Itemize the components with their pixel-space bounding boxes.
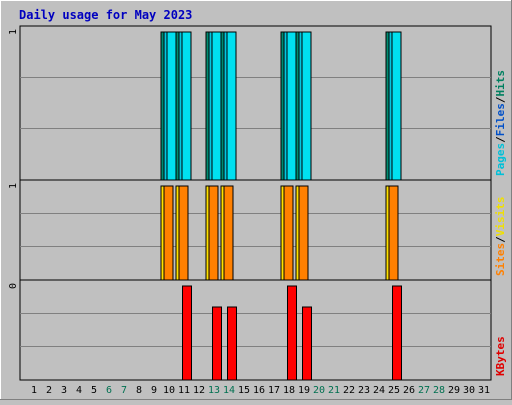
bar-pages-day-11 — [181, 31, 192, 181]
x-tick-day-28: 28 — [433, 385, 445, 396]
x-tick-day-21: 21 — [328, 385, 340, 396]
x-tick-day-9: 9 — [151, 385, 157, 396]
bar-sites-day-18 — [283, 185, 294, 281]
bar-kbytes-day-13 — [212, 306, 222, 381]
x-tick-day-25: 25 — [388, 385, 400, 396]
bar-kbytes-day-19 — [302, 306, 312, 381]
daily-usage-chart-svg: Daily usage for May 2023 1 Pages/Files/Hi… — [0, 0, 512, 400]
y-max-label: 1 — [8, 183, 19, 189]
x-tick-day-19: 19 — [298, 385, 310, 396]
x-tick-day-3: 3 — [61, 385, 67, 396]
x-tick-day-17: 17 — [268, 385, 280, 396]
bar-pages-day-13 — [211, 31, 222, 181]
x-tick-day-29: 29 — [448, 385, 460, 396]
bar-kbytes-day-25 — [392, 285, 402, 381]
x-tick-day-26: 26 — [403, 385, 415, 396]
legend-text-pages: Pages — [494, 143, 507, 176]
x-tick-day-1: 1 — [31, 385, 37, 396]
legend-text-kbytes: KBytes — [494, 336, 507, 376]
legend-text-sites: Sites — [494, 243, 507, 276]
bar-sites-day-14 — [223, 185, 234, 281]
x-tick-day-2: 2 — [46, 385, 52, 396]
bar-sites-day-11 — [178, 185, 189, 281]
y-max-label: 1 — [8, 29, 19, 35]
bar-pages-day-10 — [166, 31, 177, 181]
bar-kbytes-day-14 — [227, 306, 237, 381]
chart-panels: 1 Pages/Files/Hits 1 Sites/Visits 0 KBytes — [8, 25, 507, 381]
bar-pages-day-18 — [286, 31, 297, 181]
bar-pages-day-14 — [226, 31, 237, 181]
x-tick-day-11: 11 — [178, 385, 190, 396]
y-max-label: 0 — [8, 283, 19, 289]
x-tick-day-16: 16 — [253, 385, 265, 396]
legend-text-hits: Hits — [494, 70, 507, 97]
bar-sites-day-10 — [163, 185, 174, 281]
bar-sites-day-19 — [298, 185, 309, 281]
x-tick-day-12: 12 — [193, 385, 205, 396]
x-tick-day-4: 4 — [76, 385, 82, 396]
series-legend: Sites/Visits — [494, 197, 507, 277]
bar-kbytes-day-18 — [287, 285, 297, 381]
panel-kbytes: 0 KBytes — [8, 279, 507, 381]
legend-text-visits: Visits — [494, 197, 507, 237]
x-tick-day-6: 6 — [106, 385, 112, 396]
x-tick-day-15: 15 — [238, 385, 250, 396]
x-tick-day-18: 18 — [283, 385, 295, 396]
x-tick-day-13: 13 — [208, 385, 220, 396]
legend-text-files: Files — [494, 103, 507, 136]
x-tick-day-7: 7 — [121, 385, 127, 396]
x-tick-day-20: 20 — [313, 385, 325, 396]
x-tick-day-5: 5 — [91, 385, 97, 396]
panel-pages-files-hits: 1 Pages/Files/Hits — [8, 25, 507, 181]
panel-plot-area — [19, 279, 492, 381]
x-tick-day-10: 10 — [163, 385, 175, 396]
panel-plot-area — [19, 25, 492, 181]
usage-chart: Daily usage for May 2023 1 Pages/Files/Hi… — [0, 0, 512, 400]
bar-sites-day-13 — [208, 185, 219, 281]
chart-title: Daily usage for May 2023 — [19, 8, 192, 22]
x-tick-day-23: 23 — [358, 385, 370, 396]
bar-kbytes-day-11 — [182, 285, 192, 381]
bar-pages-day-25 — [391, 31, 402, 181]
x-tick-day-14: 14 — [223, 385, 235, 396]
x-tick-day-24: 24 — [373, 385, 385, 396]
x-tick-day-8: 8 — [136, 385, 142, 396]
x-tick-day-27: 27 — [418, 385, 430, 396]
bar-sites-day-25 — [388, 185, 399, 281]
x-tick-day-22: 22 — [343, 385, 355, 396]
panel-visits-sites: 1 Sites/Visits — [8, 179, 507, 281]
x-tick-day-30: 30 — [463, 385, 475, 396]
panel-plot-area — [19, 179, 492, 281]
series-legend: KBytes — [494, 336, 507, 376]
bar-pages-day-19 — [301, 31, 312, 181]
series-legend: Pages/Files/Hits — [494, 70, 507, 176]
x-tick-day-31: 31 — [478, 385, 490, 396]
